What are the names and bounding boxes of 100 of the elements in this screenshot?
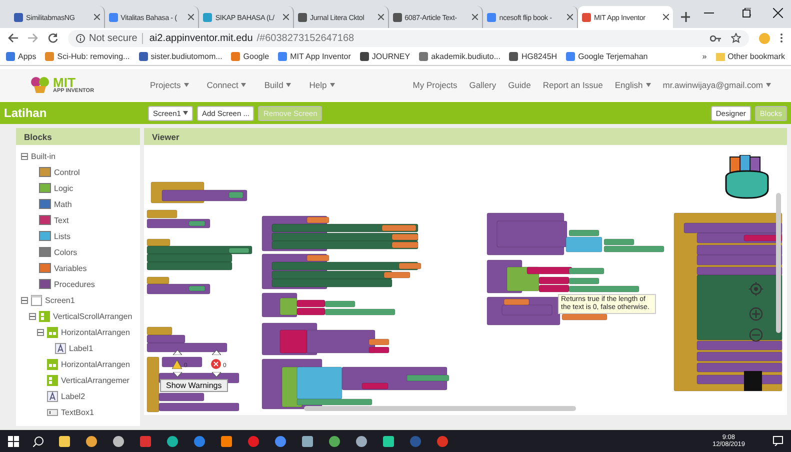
restore-icon[interactable]: [742, 8, 752, 18]
back-icon[interactable]: [8, 33, 18, 43]
tree-item-label[interactable]: Variables: [54, 264, 87, 272]
language-dropdown[interactable]: English: [614, 80, 651, 90]
taskbar-app-icon[interactable]: [85, 434, 98, 448]
close-icon[interactable]: [566, 14, 573, 20]
code-block-stack-drawing[interactable]: [486, 212, 664, 256]
code-block-stack-drawing[interactable]: [674, 212, 782, 392]
bookmark-link[interactable]: MIT App Inventor: [278, 52, 351, 61]
taskbar-app-icon[interactable]: [301, 434, 314, 448]
favicon-icon: [360, 52, 369, 61]
zoom-out-icon[interactable]: [749, 328, 763, 342]
tree-item-label[interactable]: HorizontalArrangen: [61, 328, 130, 336]
code-block-stack-drawing[interactable]: [146, 238, 252, 270]
close-icon[interactable]: [773, 8, 784, 18]
down-arrow-icon[interactable]: [173, 372, 182, 377]
code-block-stack-drawing[interactable]: [150, 182, 248, 204]
bookmark-link[interactable]: Google Terjemahan: [566, 52, 648, 61]
code-block-stack-drawing[interactable]: [262, 216, 418, 252]
menu-dropdown[interactable]: Projects: [150, 80, 189, 90]
nav-link[interactable]: Guide: [508, 80, 531, 90]
up-arrow-icon[interactable]: [212, 350, 221, 355]
taskbar-app-icon[interactable]: [328, 434, 341, 448]
code-block-stack-drawing[interactable]: [262, 358, 450, 410]
menu-dropdown[interactable]: Build: [264, 80, 292, 90]
bookmark-link[interactable]: sister.budiutomom...: [138, 52, 222, 61]
menu-dropdown[interactable]: Help: [309, 80, 335, 90]
taskbar-app-icon[interactable]: [58, 434, 71, 448]
up-arrow-icon[interactable]: [173, 350, 182, 355]
tree-item-label[interactable]: HorizontalArrangen: [61, 360, 130, 368]
taskbar-app-icon[interactable]: [274, 434, 287, 448]
bookmark-link[interactable]: Sci-Hub: removing...: [45, 52, 130, 61]
tree-item-label[interactable]: Text: [54, 216, 69, 224]
bookmarks-overflow-button[interactable]: »: [702, 52, 707, 61]
taskbar-app-icon[interactable]: [355, 434, 368, 448]
close-icon[interactable]: [472, 14, 478, 20]
menu-icon[interactable]: [780, 33, 783, 43]
bookmark-link[interactable]: Apps: [6, 52, 36, 61]
collapse-toggle[interactable]: [29, 312, 36, 320]
code-block-stack-drawing[interactable]: [262, 322, 390, 356]
other-bookmarks-link[interactable]: Other bookmark: [716, 52, 785, 61]
bookmark-link[interactable]: akademik.budiuto...: [419, 52, 500, 61]
windows-start-icon[interactable]: [8, 436, 19, 446]
menu-dropdown[interactable]: Connect: [206, 80, 246, 90]
tree-item-label[interactable]: Colors: [54, 248, 78, 256]
tree-item-label[interactable]: Built-in: [31, 152, 56, 160]
code-block-stack-drawing[interactable]: [146, 326, 240, 412]
taskbar-app-icon[interactable]: [166, 434, 179, 448]
code-block-stack-drawing[interactable]: [486, 260, 640, 294]
tree-item-label[interactable]: VerticalScrollArrangen: [53, 312, 132, 320]
vertical-scrollbar[interactable]: [776, 193, 781, 333]
bookmark-link[interactable]: Google: [231, 52, 270, 61]
search-icon[interactable]: [33, 436, 44, 446]
close-icon[interactable]: [282, 14, 289, 20]
down-arrow-icon[interactable]: [212, 372, 221, 377]
code-block-stack-drawing[interactable]: [146, 276, 210, 294]
code-block-stack-drawing[interactable]: [262, 254, 422, 290]
favicon-icon: [278, 52, 288, 61]
tree-item-label[interactable]: TextBox1: [61, 408, 94, 416]
tree-item-label[interactable]: Procedures: [54, 280, 95, 288]
address-bar[interactable]: Not secure ai2.appinventor.mit.edu /#6038273152647168: [68, 30, 749, 46]
code-block-stack-drawing[interactable]: [262, 292, 396, 318]
close-icon[interactable]: [378, 14, 384, 20]
tree-item-label[interactable]: Logic: [54, 184, 74, 192]
collapse-toggle[interactable]: [37, 328, 44, 336]
horizontal-arrangement-icon: [47, 326, 58, 338]
horizontal-arrangement-icon: [47, 358, 58, 370]
taskbar-app-icon[interactable]: [382, 434, 395, 448]
nav-link[interactable]: Gallery: [469, 80, 496, 90]
tree-item-label[interactable]: Label1: [69, 344, 94, 352]
tree-item-label[interactable]: VerticalArrangemer: [61, 376, 130, 384]
info-icon: [76, 34, 85, 42]
nav-link[interactable]: Report an Issue: [542, 80, 603, 90]
tree-item-label[interactable]: Lists: [54, 232, 70, 240]
bookmark-link[interactable]: HG8245H: [509, 52, 558, 61]
caret-icon: [646, 83, 651, 87]
notification-icon[interactable]: [773, 436, 783, 446]
nav-link[interactable]: My Projects: [412, 80, 458, 90]
horizontal-scrollbar[interactable]: [304, 406, 576, 411]
reload-icon[interactable]: [48, 33, 58, 43]
favicon-icon: [108, 12, 118, 22]
tree-item-label[interactable]: Screen1: [45, 296, 75, 304]
tree-item-label[interactable]: Control: [54, 168, 80, 176]
show-warnings-button[interactable]: Show Warnings: [160, 379, 228, 392]
close-icon[interactable]: [662, 14, 669, 20]
key-icon[interactable]: [710, 34, 721, 42]
taskbar-app-icon[interactable]: [220, 434, 233, 448]
star-icon[interactable]: [731, 33, 741, 43]
new-tab-icon[interactable]: [680, 12, 690, 22]
close-icon[interactable]: [94, 14, 100, 20]
account-dropdown[interactable]: mr.awinwijaya@gmail.com: [662, 80, 771, 90]
caret-icon: [184, 83, 189, 87]
tree-item-label[interactable]: Label2: [61, 392, 86, 400]
close-icon[interactable]: [188, 14, 194, 20]
tree-item-label[interactable]: Math: [54, 200, 72, 208]
collapse-toggle[interactable]: [21, 152, 28, 160]
bookmark-link[interactable]: JOURNEY: [360, 52, 410, 61]
taskbar-app-icon[interactable]: [112, 434, 125, 448]
collapse-toggle[interactable]: [21, 296, 28, 304]
code-block-stack-drawing[interactable]: [146, 210, 210, 228]
